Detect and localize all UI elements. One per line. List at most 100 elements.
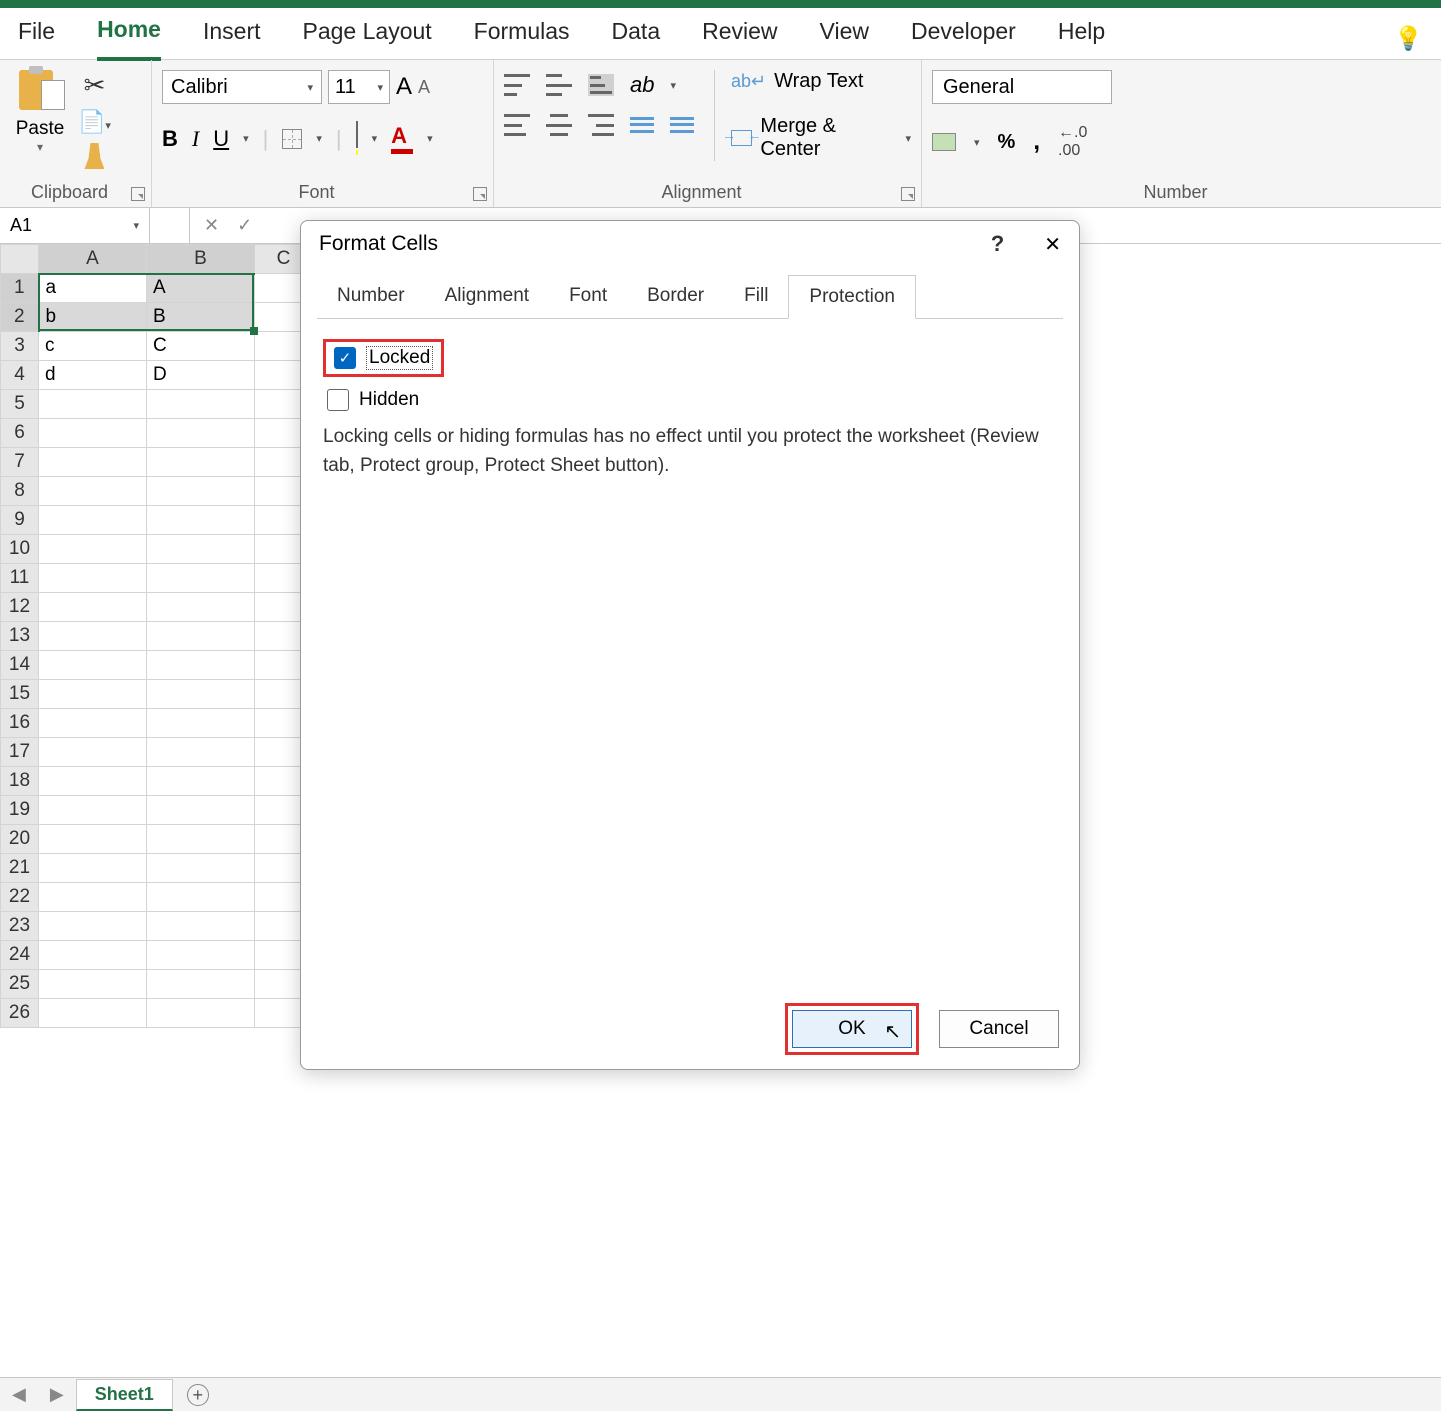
select-all-corner[interactable] — [1, 245, 39, 274]
align-middle-icon[interactable] — [546, 74, 572, 96]
tab-review[interactable]: Review — [702, 18, 777, 59]
cell[interactable]: b — [39, 303, 147, 332]
cell[interactable]: D — [147, 361, 255, 390]
cell[interactable] — [39, 825, 147, 854]
row-header[interactable]: 23 — [1, 912, 39, 941]
cell[interactable] — [147, 854, 255, 883]
cell[interactable] — [39, 709, 147, 738]
row-header[interactable]: 22 — [1, 883, 39, 912]
font-size-select[interactable]: 11▾ — [328, 70, 390, 104]
dlg-tab-border[interactable]: Border — [627, 275, 724, 318]
hidden-checkbox[interactable] — [327, 389, 349, 411]
tab-data[interactable]: Data — [612, 18, 661, 59]
cell[interactable] — [147, 535, 255, 564]
font-color-icon[interactable]: A — [391, 123, 413, 154]
tab-home[interactable]: Home — [97, 16, 161, 61]
row-header[interactable]: 8 — [1, 477, 39, 506]
cell[interactable] — [39, 680, 147, 709]
cell[interactable] — [39, 535, 147, 564]
dlg-tab-alignment[interactable]: Alignment — [425, 275, 550, 318]
column-header[interactable]: A — [39, 245, 147, 274]
paste-button[interactable]: Paste ▾ — [10, 66, 70, 169]
cell[interactable] — [147, 912, 255, 941]
cell[interactable]: A — [147, 274, 255, 303]
cell[interactable]: B — [147, 303, 255, 332]
cell[interactable] — [39, 622, 147, 651]
cell[interactable] — [39, 564, 147, 593]
tab-help[interactable]: Help — [1058, 18, 1105, 59]
row-header[interactable]: 10 — [1, 535, 39, 564]
dlg-tab-font[interactable]: Font — [549, 275, 627, 318]
currency-icon[interactable] — [932, 133, 956, 151]
orientation-icon[interactable]: ab — [630, 72, 654, 98]
lightbulb-icon[interactable]: 💡 — [1394, 25, 1423, 52]
cell[interactable] — [39, 912, 147, 941]
cell[interactable] — [147, 448, 255, 477]
row-header[interactable]: 17 — [1, 738, 39, 767]
increase-font-icon[interactable]: A — [396, 73, 412, 101]
cell[interactable] — [147, 622, 255, 651]
cell[interactable] — [147, 883, 255, 912]
row-header[interactable]: 3 — [1, 332, 39, 361]
row-header[interactable]: 9 — [1, 506, 39, 535]
row-header[interactable]: 20 — [1, 825, 39, 854]
tab-insert[interactable]: Insert — [203, 18, 261, 59]
borders-icon[interactable] — [282, 129, 302, 149]
cell[interactable] — [147, 390, 255, 419]
percent-icon[interactable]: % — [998, 131, 1016, 154]
font-launcher-icon[interactable] — [473, 187, 487, 201]
chevron-down-icon[interactable]: ▾ — [37, 140, 43, 154]
dlg-tab-fill[interactable]: Fill — [724, 275, 788, 318]
cell[interactable]: C — [147, 332, 255, 361]
row-header[interactable]: 16 — [1, 709, 39, 738]
name-box[interactable]: A1▾ — [0, 208, 150, 243]
decrease-font-icon[interactable]: A — [418, 77, 430, 98]
bold-button[interactable]: B — [162, 126, 178, 152]
cell[interactable] — [147, 738, 255, 767]
underline-button[interactable]: U — [213, 126, 229, 152]
tab-page-layout[interactable]: Page Layout — [303, 18, 432, 59]
column-header[interactable]: B — [147, 245, 255, 274]
chevron-down-icon[interactable]: ▾ — [427, 132, 433, 145]
row-header[interactable]: 12 — [1, 593, 39, 622]
cell[interactable] — [39, 999, 147, 1028]
format-painter-icon[interactable] — [84, 143, 104, 169]
cell[interactable] — [147, 477, 255, 506]
cell[interactable] — [39, 506, 147, 535]
chevron-down-icon[interactable]: ▾ — [243, 132, 249, 145]
cell[interactable] — [39, 970, 147, 999]
cell[interactable] — [39, 651, 147, 680]
enter-entry-icon[interactable]: ✓ — [237, 215, 252, 236]
cancel-entry-icon[interactable]: ✕ — [204, 215, 219, 236]
add-sheet-icon[interactable]: + — [187, 1384, 209, 1406]
chevron-down-icon[interactable]: ▾ — [316, 132, 322, 145]
row-header[interactable]: 1 — [1, 274, 39, 303]
cell[interactable] — [39, 419, 147, 448]
tab-formulas[interactable]: Formulas — [474, 18, 570, 59]
align-left-icon[interactable] — [504, 114, 530, 136]
comma-style-icon[interactable]: , — [1033, 128, 1040, 156]
cell[interactable]: c — [39, 332, 147, 361]
cell[interactable] — [147, 419, 255, 448]
cell[interactable] — [147, 999, 255, 1028]
cell[interactable] — [147, 825, 255, 854]
dlg-tab-protection[interactable]: Protection — [788, 275, 916, 319]
decrease-indent-icon[interactable] — [630, 115, 654, 135]
cell[interactable] — [39, 854, 147, 883]
cell[interactable] — [39, 738, 147, 767]
row-header[interactable]: 4 — [1, 361, 39, 390]
align-top-icon[interactable] — [504, 74, 530, 96]
row-header[interactable]: 14 — [1, 651, 39, 680]
row-header[interactable]: 15 — [1, 680, 39, 709]
cell[interactable] — [147, 709, 255, 738]
increase-indent-icon[interactable] — [670, 115, 694, 135]
cell[interactable]: d — [39, 361, 147, 390]
cell[interactable] — [39, 941, 147, 970]
close-icon[interactable]: ✕ — [1044, 232, 1061, 257]
chevron-down-icon[interactable]: ▾ — [372, 132, 378, 145]
cell[interactable] — [39, 390, 147, 419]
help-icon[interactable]: ? — [991, 231, 1004, 257]
alignment-launcher-icon[interactable] — [901, 187, 915, 201]
row-header[interactable]: 11 — [1, 564, 39, 593]
cell[interactable] — [147, 796, 255, 825]
